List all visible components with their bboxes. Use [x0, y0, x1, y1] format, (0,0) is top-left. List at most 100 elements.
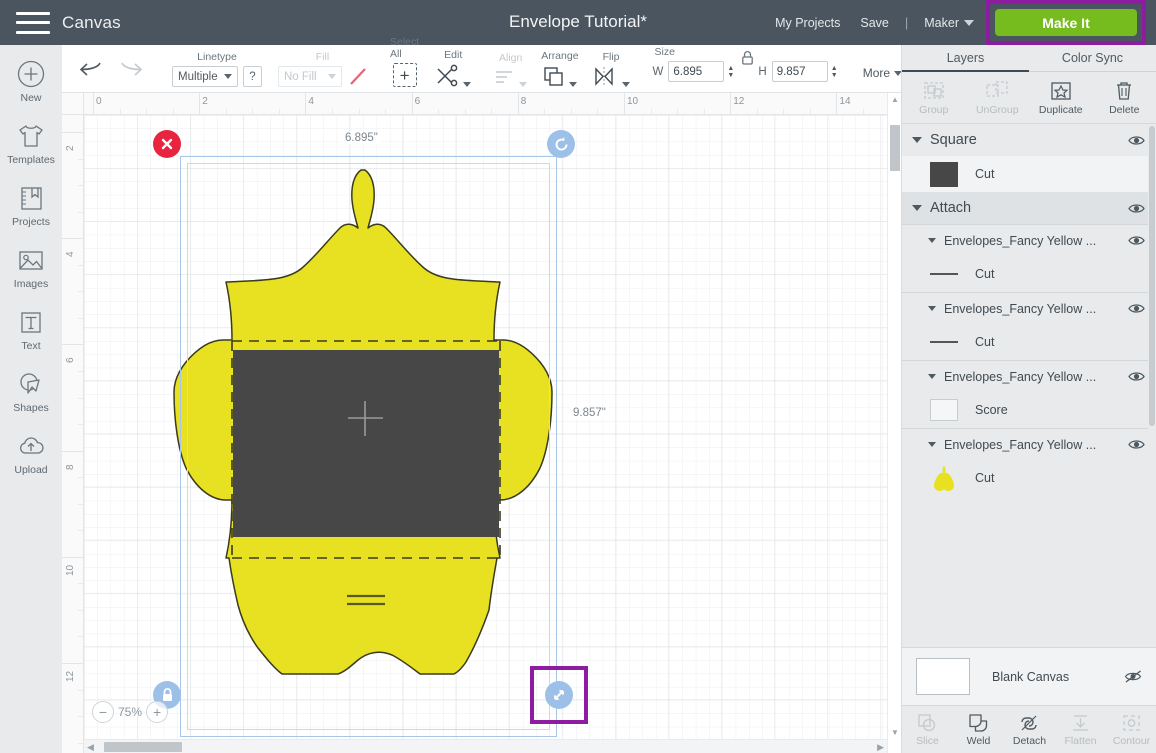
canvas-vertical-scrollbar[interactable]: ▲ ▼ [887, 93, 901, 753]
eye-slash-icon[interactable] [1124, 669, 1143, 684]
align-group: Align [494, 52, 528, 92]
scroll-right-arrow-icon[interactable]: ▶ [877, 742, 884, 753]
ruler-tick-label: 0 [96, 96, 102, 107]
delete-selection-handle[interactable] [153, 130, 181, 158]
layer-row-square-cut[interactable]: Cut [902, 156, 1156, 192]
layer-swatch-line[interactable] [930, 273, 958, 275]
scroll-left-arrow-icon[interactable]: ◀ [87, 742, 94, 753]
chevron-down-icon[interactable] [928, 238, 936, 243]
layer-sublayer-header[interactable]: Envelopes_Fancy Yellow ... [902, 292, 1156, 324]
layers-list[interactable]: Square Cut Attach Envelopes_Fancy Yellow… [902, 124, 1156, 699]
canvas-area[interactable]: 6.895" 9.857" − 75% + 0 2 4 6 8 10 12 14 2 4 6 8 10… [62, 93, 901, 753]
layer-group-square[interactable]: Square [902, 124, 1156, 156]
rotate-selection-handle[interactable] [547, 130, 575, 158]
machine-selector[interactable]: Maker [914, 16, 982, 30]
sidebar-item-new[interactable]: New [0, 59, 62, 104]
height-stepper[interactable]: ▲ ▼ [831, 65, 842, 79]
group-button[interactable]: Group [902, 72, 966, 123]
my-projects-link[interactable]: My Projects [765, 16, 850, 30]
horizontal-scroll-thumb[interactable] [104, 742, 182, 752]
sidebar-label-text: Text [21, 340, 41, 352]
linetype-select[interactable]: Multiple [172, 66, 238, 87]
sidebar-item-templates[interactable]: Templates [0, 121, 62, 166]
eye-icon[interactable] [1128, 134, 1145, 147]
flip-icon[interactable] [593, 66, 619, 87]
chevron-down-icon[interactable] [928, 306, 936, 311]
sidebar-item-projects[interactable]: Projects [0, 183, 62, 228]
chevron-down-icon[interactable] [928, 374, 936, 379]
scroll-down-arrow-icon[interactable]: ▼ [891, 728, 899, 737]
canvas-horizontal-scrollbar[interactable]: ◀ ▶ [84, 739, 887, 753]
aspect-lock-button[interactable] [653, 50, 842, 66]
sidebar-label-upload: Upload [14, 464, 48, 476]
vertical-scroll-thumb[interactable] [890, 125, 900, 171]
layer-row-score[interactable]: Score [902, 392, 1156, 428]
layer-sublayer-header[interactable]: Envelopes_Fancy Yellow ... [902, 428, 1156, 460]
chevron-down-icon[interactable] [912, 205, 922, 211]
detach-button[interactable]: Detach [1004, 706, 1055, 753]
square-shape[interactable] [233, 350, 499, 537]
layer-swatch-line[interactable] [930, 341, 958, 343]
flatten-label: Flatten [1064, 734, 1097, 747]
eye-icon[interactable] [1128, 302, 1145, 315]
layer-swatch-envelope[interactable] [930, 465, 958, 492]
chevron-down-icon[interactable] [569, 82, 578, 87]
ungroup-button[interactable]: UnGroup [966, 72, 1030, 123]
eye-icon[interactable] [1128, 202, 1145, 215]
no-fill-slash-icon[interactable] [349, 66, 367, 87]
layer-sublayer-header[interactable]: Envelopes_Fancy Yellow ... [902, 360, 1156, 392]
layer-group-attach[interactable]: Attach [902, 192, 1156, 224]
sidebar-item-upload[interactable]: Upload [0, 431, 62, 476]
layers-scroll-thumb[interactable] [1149, 126, 1155, 426]
canvas-thumbnail[interactable] [916, 658, 970, 695]
tab-layers[interactable]: Layers [902, 45, 1029, 72]
layer-row-cut[interactable]: Cut [902, 256, 1156, 292]
linetype-help-button[interactable]: ? [243, 66, 262, 87]
arrange-layers-icon[interactable] [542, 65, 566, 87]
scroll-up-arrow-icon[interactable]: ▲ [891, 95, 899, 104]
edit-scissors-icon[interactable] [435, 64, 460, 87]
redo-arrow-icon[interactable] [118, 60, 144, 80]
flatten-button[interactable]: Flatten [1055, 706, 1106, 753]
duplicate-button[interactable]: Duplicate [1029, 72, 1093, 123]
chevron-down-icon[interactable] [928, 442, 936, 447]
undo-arrow-icon[interactable] [78, 60, 104, 80]
layer-swatch-score[interactable] [930, 399, 958, 421]
ruler-tick-label: 12 [733, 96, 745, 107]
zoom-in-button[interactable]: + [146, 701, 169, 723]
sidebar-item-images[interactable]: Images [0, 245, 62, 290]
eye-icon[interactable] [1128, 370, 1145, 383]
fill-select[interactable]: No Fill [278, 66, 342, 87]
make-it-button[interactable]: Make It [995, 9, 1137, 36]
header-actions: My Projects Save | Maker Make It [765, 0, 1156, 45]
width-stepper[interactable]: ▲ ▼ [727, 65, 738, 79]
contour-button[interactable]: Contour [1106, 706, 1156, 753]
layer-sublayer-header[interactable]: Envelopes_Fancy Yellow ... [902, 224, 1156, 256]
chevron-down-icon[interactable] [912, 137, 922, 143]
eye-icon[interactable] [1128, 438, 1145, 451]
resize-selection-handle[interactable] [545, 681, 573, 709]
weld-label: Weld [966, 734, 991, 747]
layer-operation-label: Cut [975, 335, 995, 349]
sidebar-item-text[interactable]: Text [0, 307, 62, 352]
sidebar-item-shapes[interactable]: Shapes [0, 369, 62, 414]
chevron-down-icon[interactable] [463, 82, 472, 87]
weld-button[interactable]: Weld [953, 706, 1004, 753]
eye-icon[interactable] [1128, 234, 1145, 247]
tab-color-sync[interactable]: Color Sync [1029, 45, 1156, 72]
delete-button[interactable]: Delete [1093, 72, 1156, 123]
layer-swatch-square[interactable] [930, 161, 958, 187]
layer-row-envelope-cut[interactable]: Cut [902, 460, 1156, 496]
layer-row-cut[interactable]: Cut [902, 324, 1156, 360]
zoom-out-button[interactable]: − [92, 701, 114, 723]
chevron-down-icon [328, 74, 336, 79]
layers-scrollbar[interactable] [1148, 124, 1156, 699]
save-button[interactable]: Save [850, 16, 899, 30]
chevron-down-icon[interactable] [621, 82, 630, 87]
hamburger-menu-icon[interactable] [16, 10, 50, 36]
more-button[interactable]: More [863, 66, 903, 92]
picture-icon [19, 251, 43, 270]
blank-canvas-row[interactable]: Blank Canvas [902, 647, 1156, 705]
slice-button[interactable]: Slice [902, 706, 953, 753]
select-all-button[interactable]: + [392, 63, 417, 87]
